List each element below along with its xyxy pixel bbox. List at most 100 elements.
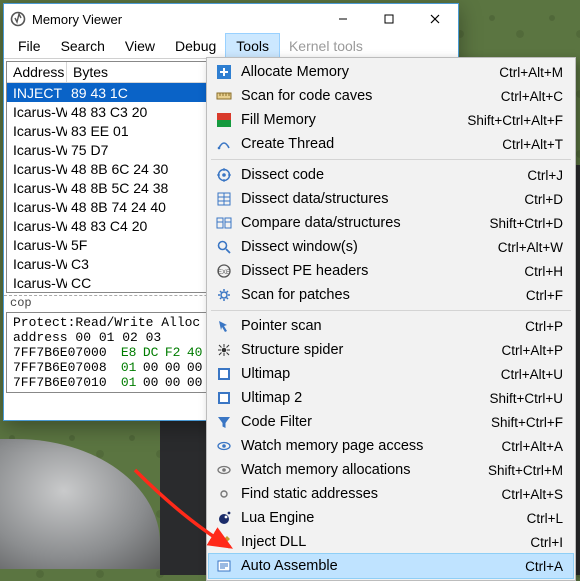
menu-item-label: Pointer scan	[235, 318, 525, 334]
cell-address: Icarus-Wi	[7, 218, 67, 234]
menu-item-watch-memory-allocations[interactable]: Watch memory allocationsShift+Ctrl+M	[209, 458, 573, 482]
menu-item-label: Allocate Memory	[235, 64, 499, 80]
menu-item-dissect-code[interactable]: Dissect codeCtrl+J	[209, 163, 573, 187]
menu-item-dissect-pe-headers[interactable]: EXE Dissect PE headersCtrl+H	[209, 259, 573, 283]
cell-address: Icarus-Wi	[7, 123, 67, 139]
menu-item-auto-assemble[interactable]: Auto AssembleCtrl+A	[209, 554, 573, 578]
thread-icon	[213, 136, 235, 152]
menubar: FileSearchViewDebugToolsKernel tools	[4, 34, 458, 58]
cell-address: Icarus-Wi	[7, 256, 67, 272]
menu-item-find-static-addresses[interactable]: Find static addressesCtrl+Alt+S	[209, 482, 573, 506]
menu-item-accel: Shift+Ctrl+U	[489, 391, 563, 406]
minimize-button[interactable]	[320, 4, 366, 34]
menu-tools[interactable]: Tools	[226, 34, 279, 58]
menu-item-accel: Ctrl+Alt+W	[498, 240, 563, 255]
menu-item-label: Lua Engine	[235, 510, 527, 526]
menu-separator	[211, 310, 571, 311]
titlebar[interactable]: Memory Viewer	[4, 4, 458, 34]
menu-item-label: Compare data/structures	[235, 215, 489, 231]
ruler-icon	[213, 88, 235, 104]
menu-item-ultimap[interactable]: UltimapCtrl+Alt+U	[209, 362, 573, 386]
menu-file[interactable]: File	[8, 34, 51, 58]
menu-item-fill-memory[interactable]: Fill MemoryShift+Ctrl+Alt+F	[209, 108, 573, 132]
menu-item-pointer-scan[interactable]: Pointer scanCtrl+P	[209, 314, 573, 338]
menu-item-dissect-data-structures[interactable]: Dissect data/structuresCtrl+D	[209, 187, 573, 211]
menu-item-accel: Ctrl+A	[525, 559, 563, 574]
menu-item-label: Dissect code	[235, 167, 527, 183]
menu-item-create-thread[interactable]: Create ThreadCtrl+Alt+T	[209, 132, 573, 156]
menu-item-label: Scan for patches	[235, 287, 526, 303]
menu-debug[interactable]: Debug	[165, 34, 226, 58]
lua-icon	[213, 510, 235, 526]
menu-item-label: Find static addresses	[235, 486, 501, 502]
menu-item-accel: Ctrl+Alt+A	[501, 439, 563, 454]
menu-kernel-tools[interactable]: Kernel tools	[279, 34, 373, 58]
menu-item-label: Create Thread	[235, 136, 502, 152]
asm-icon	[213, 558, 235, 574]
menu-separator	[211, 159, 571, 160]
menu-item-accel: Ctrl+F	[526, 288, 563, 303]
ulti-icon	[213, 390, 235, 406]
inject-icon	[213, 534, 235, 550]
menu-item-label: Dissect PE headers	[235, 263, 524, 279]
cell-address: Icarus-Wi	[7, 275, 67, 291]
menu-item-label: Code Filter	[235, 414, 491, 430]
menu-item-label: Structure spider	[235, 342, 501, 358]
menu-search[interactable]: Search	[51, 34, 115, 58]
cell-address: Icarus-Wi	[7, 199, 67, 215]
magnify-icon	[213, 239, 235, 255]
menu-view[interactable]: View	[115, 34, 165, 58]
menu-item-accel: Ctrl+Alt+U	[501, 367, 563, 382]
cell-address: Icarus-Wi	[7, 180, 67, 196]
menu-item-accel: Ctrl+I	[530, 535, 563, 550]
app-icon	[10, 11, 26, 27]
menu-item-code-filter[interactable]: Code FilterShift+Ctrl+F	[209, 410, 573, 434]
menu-item-label: Fill Memory	[235, 112, 467, 128]
menu-item-accel: Ctrl+Alt+M	[499, 65, 563, 80]
cell-address: Icarus-Wi	[7, 161, 67, 177]
menu-item-scan-for-code-caves[interactable]: Scan for code cavesCtrl+Alt+C	[209, 84, 573, 108]
menu-item-accel: Ctrl+Alt+T	[502, 137, 563, 152]
menu-item-label: Inject DLL	[235, 534, 530, 550]
target-icon	[213, 167, 235, 183]
funnel-icon	[213, 414, 235, 430]
menu-item-inject-dll[interactable]: Inject DLLCtrl+I	[209, 530, 573, 554]
svg-text:EXE: EXE	[218, 270, 230, 276]
menu-item-accel: Ctrl+Alt+C	[501, 89, 563, 104]
eye-icon	[213, 438, 235, 454]
menu-item-scan-for-patches[interactable]: Scan for patchesCtrl+F	[209, 283, 573, 307]
menu-item-label: Auto Assemble	[235, 558, 525, 574]
menu-item-structure-spider[interactable]: Structure spiderCtrl+Alt+P	[209, 338, 573, 362]
menu-item-watch-memory-page-access[interactable]: Watch memory page accessCtrl+Alt+A	[209, 434, 573, 458]
menu-item-accel: Ctrl+Alt+S	[501, 487, 563, 502]
menu-item-lua-engine[interactable]: Lua EngineCtrl+L	[209, 506, 573, 530]
fill-icon	[213, 112, 235, 128]
close-button[interactable]	[412, 4, 458, 34]
menu-item-label: Ultimap 2	[235, 390, 489, 406]
menu-item-accel: Shift+Ctrl+Alt+F	[467, 113, 563, 128]
cell-address: Icarus-Wi	[7, 237, 67, 253]
menu-item-accel: Ctrl+D	[524, 192, 563, 207]
menu-item-label: Dissect window(s)	[235, 239, 498, 255]
menu-item-label: Watch memory allocations	[235, 462, 488, 478]
menu-item-dissect-window-s-[interactable]: Dissect window(s)Ctrl+Alt+W	[209, 235, 573, 259]
spider-icon	[213, 342, 235, 358]
menu-item-accel: Ctrl+Alt+P	[501, 343, 563, 358]
menu-item-compare-data-structures[interactable]: Compare data/structuresShift+Ctrl+D	[209, 211, 573, 235]
struct-icon	[213, 191, 235, 207]
menu-item-accel: Ctrl+J	[527, 168, 563, 183]
pointer-icon	[213, 318, 235, 334]
eye2-icon	[213, 462, 235, 478]
cell-address: Icarus-Wi	[7, 142, 67, 158]
menu-item-accel: Shift+Ctrl+M	[488, 463, 563, 478]
menu-item-allocate-memory[interactable]: Allocate MemoryCtrl+Alt+M	[209, 60, 573, 84]
menu-item-accel: Ctrl+P	[525, 319, 563, 334]
col-address[interactable]: Address	[7, 62, 67, 82]
menu-item-accel: Ctrl+H	[524, 264, 563, 279]
menu-item-accel: Ctrl+L	[527, 511, 563, 526]
menu-item-ultimap-2[interactable]: Ultimap 2Shift+Ctrl+U	[209, 386, 573, 410]
tools-menu: Allocate MemoryCtrl+Alt+MScan for code c…	[206, 57, 576, 581]
menu-item-label: Ultimap	[235, 366, 501, 382]
maximize-button[interactable]	[366, 4, 412, 34]
gear-icon	[213, 287, 235, 303]
